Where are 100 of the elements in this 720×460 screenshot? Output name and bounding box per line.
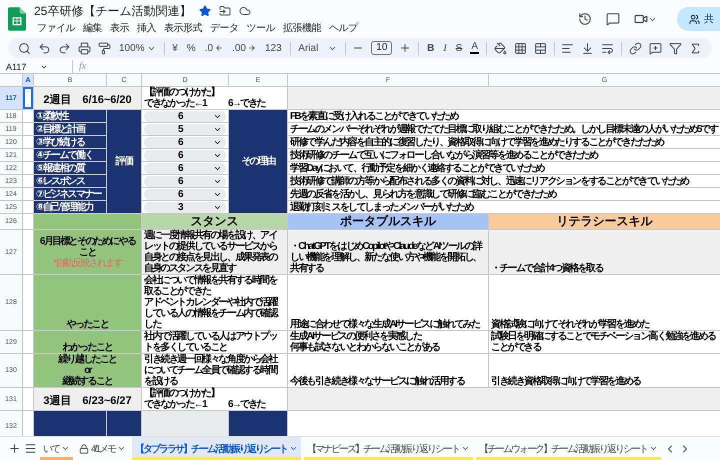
reason-text: 先週の反省を活かし、見られ方を意識して研修に臨むことができたため xyxy=(288,188,720,200)
merge-cells-icon[interactable] xyxy=(534,42,547,54)
filter-icon[interactable] xyxy=(668,42,682,54)
add-comment-icon[interactable] xyxy=(648,42,662,54)
reason-label-cell xyxy=(229,411,287,436)
menu-item[interactable]: ヘルプ xyxy=(326,20,360,36)
skill-label: ⑧自己管理能力 xyxy=(34,201,106,213)
corner-cell[interactable] xyxy=(0,74,22,86)
caret-icon[interactable] xyxy=(460,444,470,453)
italic-button[interactable]: I xyxy=(442,42,448,54)
search-icon[interactable] xyxy=(18,42,31,54)
reason-label: その理由 xyxy=(229,110,287,213)
goal-text: 引き続き週一回様々な角度から会社についてチーム全員で確認する時間を設ける xyxy=(144,354,278,387)
name-box[interactable]: A117 xyxy=(6,62,66,72)
goal-text: 資格試験に向けてそれぞれが学習を進めた xyxy=(491,319,649,330)
sheet-list-icon[interactable] xyxy=(24,442,37,455)
row-label: 6月目標とそのためにやること xyxy=(38,236,137,258)
menu-item[interactable]: 挿入 xyxy=(134,20,159,36)
goal-text: 試験日を明確にすることでモチベーション高く勉強を進めることができる xyxy=(491,331,717,353)
wrap-text-icon[interactable] xyxy=(601,42,614,54)
sheet-tab[interactable]: 4/1メモ xyxy=(76,437,129,460)
zoom-dropdown[interactable]: 100% xyxy=(118,42,157,54)
add-sheet-icon[interactable] xyxy=(8,442,21,455)
goal-text: 週に一度情報共有の場を設け、アイレットの提供しているサービスから自身との接点を見出し、成果発表の自身のスタンスを見直す xyxy=(144,230,278,274)
sheets-logo-icon[interactable] xyxy=(8,7,26,31)
goal-text: 今後も引き続き様々なサービスに触れ活用する xyxy=(290,376,464,387)
link-icon[interactable] xyxy=(628,42,642,54)
font-size-field[interactable]: 10 xyxy=(371,41,392,55)
skill-label: ⑦ビジネスマナー xyxy=(34,188,106,200)
score-dropdown[interactable]: 6 xyxy=(144,162,226,174)
reason-text: FBを素直に受け入れることができていたため xyxy=(288,110,720,122)
function-icon: fx xyxy=(79,61,86,72)
redo-icon[interactable] xyxy=(58,42,71,54)
reason-text: 技術研修で講師の方等から配布される多くの資料に対し、迅速にリアクションをすることができていたため xyxy=(288,175,720,187)
sheet-tab[interactable]: 【タブララサ】チーム活動振り返りシート xyxy=(132,437,301,460)
folder-icon[interactable] xyxy=(219,5,232,17)
caret-icon[interactable] xyxy=(116,444,126,453)
score-dropdown[interactable]: 6 xyxy=(144,110,226,122)
menu-item[interactable]: 拡張機能 xyxy=(280,20,324,36)
row-label: 継続すること xyxy=(62,376,112,387)
caret-icon[interactable] xyxy=(61,444,70,453)
menu-item[interactable]: 表示 xyxy=(107,20,132,36)
percent-button[interactable]: % xyxy=(186,42,197,54)
increase-size-icon[interactable] xyxy=(399,42,412,54)
star-icon[interactable] xyxy=(199,5,212,17)
sheet-tab[interactable]: 【マナビーズ】チーム活動振り返りシート xyxy=(304,437,473,460)
number-format-button[interactable]: 123 xyxy=(264,42,283,54)
history-icon[interactable] xyxy=(578,12,592,26)
comment-icon[interactable] xyxy=(606,12,620,26)
row-label: or xyxy=(84,365,91,376)
row-label: 繰り越したこと xyxy=(58,354,117,365)
row-label: やったこと xyxy=(66,319,108,330)
goal-text: アドベントカレンダーや社内で活躍している人の情報をチーム内で確認した xyxy=(144,297,279,330)
sheet-tab[interactable]: 【チームウォーク】チーム活動振り返りシート xyxy=(476,437,661,460)
font-dropdown[interactable]: Arial xyxy=(297,42,338,54)
borders-icon[interactable] xyxy=(514,42,527,54)
score-dropdown[interactable]: 6 xyxy=(144,176,226,186)
score-dropdown[interactable]: 6 xyxy=(144,188,226,200)
align-left-icon[interactable] xyxy=(561,42,574,54)
menu-item[interactable]: ツール xyxy=(244,20,278,36)
score-dropdown[interactable]: 6 xyxy=(144,150,226,160)
currency-button[interactable]: ¥ xyxy=(171,42,179,54)
score-dropdown[interactable]: 6 xyxy=(144,136,226,148)
increase-decimal-button[interactable]: .00 xyxy=(231,42,257,54)
menu-item[interactable]: 表示形式 xyxy=(161,20,205,36)
paint-format-icon[interactable] xyxy=(98,42,111,54)
week-title: 3週目 6/23~6/27 xyxy=(34,388,141,410)
share-button[interactable]: 共 xyxy=(677,7,720,31)
skill-label: ①柔軟性 xyxy=(34,110,106,122)
row-label: わかったこと xyxy=(62,342,112,353)
menu-item[interactable]: 編集 xyxy=(80,20,105,36)
goal-text: 生成AIサービスの便利さを実感した xyxy=(290,331,422,342)
arrow-right-icon[interactable] xyxy=(248,44,256,52)
rating-label: 評価 xyxy=(107,110,141,213)
undo-icon[interactable] xyxy=(38,42,51,54)
fill-color-icon[interactable] xyxy=(494,42,507,54)
print-icon[interactable] xyxy=(78,42,91,54)
rating-guide-text: 【評価のつけかた】 できなかった←1 6→できた xyxy=(142,87,287,109)
goal-text: 会社について情報を共有する時間を取ることができた xyxy=(144,275,278,297)
skill-label: ⑥レスポンス xyxy=(34,175,106,187)
video-icon[interactable] xyxy=(634,12,657,26)
arrow-left-icon[interactable] xyxy=(215,44,224,52)
vertical-align-icon[interactable] xyxy=(581,42,594,54)
menu-item[interactable]: データ xyxy=(207,20,242,36)
cloud-icon[interactable] xyxy=(239,5,252,17)
strikethrough-button[interactable]: S xyxy=(454,42,464,54)
selected-cell[interactable] xyxy=(23,87,33,109)
score-dropdown[interactable]: 5 xyxy=(144,124,226,134)
menu-item[interactable]: ファイル xyxy=(34,20,78,36)
decrease-decimal-button[interactable]: .0 xyxy=(204,42,224,54)
people-icon[interactable] xyxy=(689,14,700,24)
bold-button[interactable]: B xyxy=(426,42,436,54)
reason-text: 退勤打刻ミスをしてしまったメンバーがいたため xyxy=(288,201,720,213)
sheet-tab[interactable]: いて xyxy=(40,437,73,460)
goal-text: 社内で活躍している人はアウトプットを多くしていること xyxy=(144,331,278,353)
document-title[interactable]: 25卒研修【チーム活動関連】 xyxy=(34,2,192,20)
caret-icon[interactable] xyxy=(648,444,658,453)
score-dropdown[interactable]: 3 xyxy=(144,202,226,212)
text-color-button[interactable]: A xyxy=(470,42,479,54)
goal-text: 用途に合わせて様々な生成AIサービスに触れてみた xyxy=(290,319,480,330)
